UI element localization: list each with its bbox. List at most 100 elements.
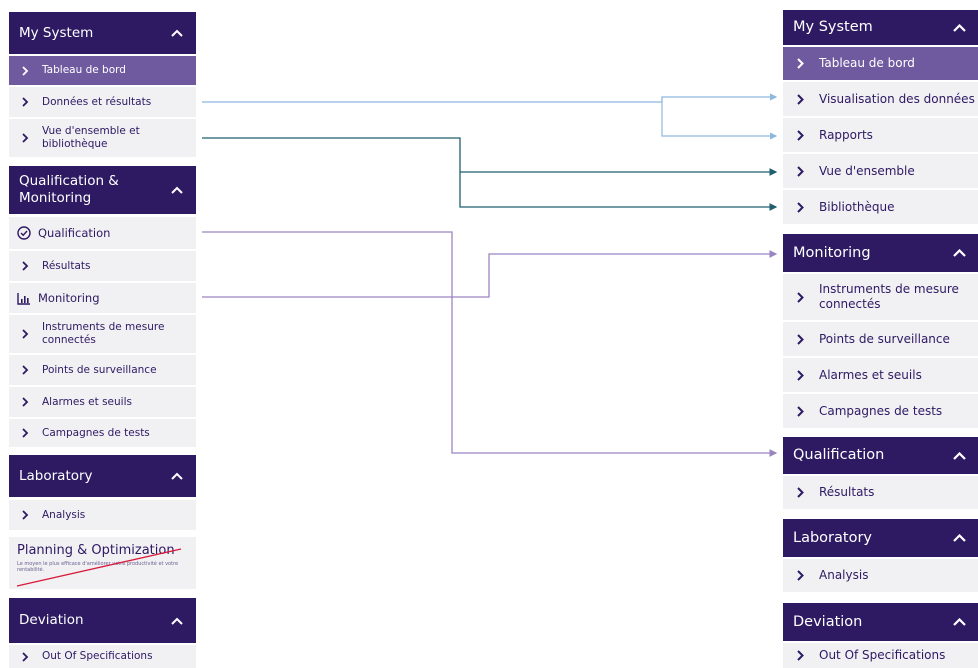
right-laboratory-header[interactable]: Laboratory — [783, 519, 978, 557]
chevron-right-icon — [793, 58, 807, 69]
right-my-system-header[interactable]: My System — [783, 10, 978, 45]
left-item-out-of-spec[interactable]: Out Of Specifications — [9, 645, 196, 668]
right-deviation-title: Deviation — [793, 613, 863, 630]
left-item-analysis[interactable]: Analysis — [9, 500, 196, 530]
right-item-campagnes[interactable]: Campagnes de tests — [783, 394, 978, 428]
right-item-resultats[interactable]: Résultats — [783, 476, 978, 509]
left-laboratory-header[interactable]: Laboratory — [9, 455, 196, 497]
right-item-label: Points de surveillance — [819, 331, 950, 346]
left-item-donnees[interactable]: Données et résultats — [9, 87, 196, 117]
right-item-bibliotheque[interactable]: Bibliothèque — [783, 190, 978, 224]
chevron-up-icon[interactable] — [948, 527, 970, 549]
chevron-right-icon — [793, 129, 807, 141]
chevron-up-icon[interactable] — [948, 17, 970, 39]
right-item-label: Alarmes et seuils — [819, 367, 922, 382]
chevron-right-icon — [793, 93, 807, 105]
chevron-right-icon — [793, 333, 807, 345]
chevron-right-icon — [793, 570, 807, 581]
left-item-alarmes[interactable]: Alarmes et seuils — [9, 387, 196, 417]
left-item-label: Out Of Specifications — [42, 650, 153, 662]
chevron-right-icon — [18, 133, 32, 143]
chevron-right-icon — [793, 165, 807, 177]
right-item-rapports[interactable]: Rapports — [783, 118, 978, 152]
right-item-alarmes[interactable]: Alarmes et seuils — [783, 358, 978, 392]
right-item-vue-ensemble[interactable]: Vue d'ensemble — [783, 154, 978, 188]
chevron-right-icon — [18, 428, 32, 438]
right-item-instruments[interactable]: Instruments de mesure connectés — [783, 274, 978, 320]
left-item-tableau[interactable]: Tableau de bord — [9, 56, 196, 85]
chevron-right-icon — [793, 369, 807, 381]
right-item-label: Analysis — [819, 568, 869, 582]
right-item-label: Rapports — [819, 127, 873, 142]
right-item-visualisation[interactable]: Visualisation des données — [783, 82, 978, 116]
chevron-right-icon — [18, 510, 32, 520]
right-monitoring-title: Monitoring — [793, 244, 871, 261]
chevron-right-icon — [18, 97, 32, 107]
left-item-qualification[interactable]: Qualification — [9, 217, 196, 249]
chevron-up-icon[interactable] — [948, 242, 970, 264]
right-item-label: Bibliothèque — [819, 199, 895, 214]
left-my-system-header[interactable]: My System — [9, 12, 196, 54]
chevron-right-icon — [18, 261, 32, 271]
chevron-right-icon — [18, 397, 32, 407]
right-item-label: Résultats — [819, 485, 875, 499]
left-planning-block: Planning & Optimization Le moyen le plus… — [9, 537, 196, 589]
left-qualification-monitoring-header[interactable]: Qualification & Monitoring — [9, 166, 196, 214]
right-qualification-title: Qualification — [793, 447, 885, 463]
right-item-label: Out Of Specifications — [819, 648, 946, 662]
left-item-label: Points de surveillance — [42, 363, 157, 376]
left-my-system-title: My System — [19, 24, 94, 41]
left-item-campagnes[interactable]: Campagnes de tests — [9, 419, 196, 447]
left-item-label: Analysis — [42, 508, 86, 521]
left-item-points[interactable]: Points de surveillance — [9, 355, 196, 385]
right-monitoring-header[interactable]: Monitoring — [783, 234, 978, 272]
check-circle-icon — [16, 226, 32, 240]
right-qualification-header[interactable]: Qualification — [783, 437, 978, 474]
right-item-label: Vue d'ensemble — [819, 163, 915, 178]
right-item-points[interactable]: Points de surveillance — [783, 322, 978, 356]
left-item-resultats[interactable]: Résultats — [9, 251, 196, 281]
left-qualification-label: Qualification — [38, 225, 111, 240]
left-deviation-header[interactable]: Deviation — [9, 598, 196, 643]
left-qualification-monitoring-title: Qualification & Monitoring — [19, 173, 119, 206]
left-item-label: Tableau de bord — [42, 64, 126, 76]
left-item-label: Alarmes et seuils — [42, 395, 132, 408]
bar-chart-icon — [16, 292, 32, 305]
left-item-label: Données et résultats — [42, 95, 152, 108]
right-item-tableau[interactable]: Tableau de bord — [783, 47, 978, 80]
link-monitoring — [202, 250, 778, 298]
right-item-label: Instruments de mesure connectés — [819, 282, 959, 311]
chevron-right-icon — [793, 291, 807, 303]
left-item-label: Campagnes de tests — [42, 426, 150, 439]
chevron-right-icon — [18, 329, 32, 339]
right-item-label: Visualisation des données — [819, 91, 975, 106]
right-item-label: Campagnes de tests — [819, 403, 943, 418]
right-deviation-header[interactable]: Deviation — [783, 603, 978, 641]
chevron-up-icon[interactable] — [166, 465, 188, 487]
left-item-vue-ensemble[interactable]: Vue d'ensemble et bibliothèque — [9, 119, 196, 157]
left-deviation-title: Deviation — [19, 612, 84, 628]
left-item-label: Instruments de mesure connectés — [42, 321, 165, 346]
chevron-up-icon[interactable] — [166, 179, 188, 201]
chevron-up-icon[interactable] — [948, 611, 970, 633]
chevron-right-icon — [18, 365, 32, 375]
left-laboratory-title: Laboratory — [19, 467, 93, 484]
left-item-instruments[interactable]: Instruments de mesure connectés — [9, 315, 196, 353]
chevron-up-icon[interactable] — [948, 445, 970, 467]
chevron-up-icon[interactable] — [166, 22, 188, 44]
chevron-right-icon — [793, 487, 807, 498]
chevron-up-icon[interactable] — [166, 610, 188, 632]
right-item-label: Tableau de bord — [819, 56, 915, 70]
left-monitoring-label: Monitoring — [38, 290, 100, 305]
left-item-monitoring[interactable]: Monitoring — [9, 283, 196, 313]
chevron-right-icon — [18, 651, 32, 662]
right-item-analysis[interactable]: Analysis — [783, 559, 978, 592]
chevron-right-icon — [793, 201, 807, 213]
strike-through-mark — [16, 548, 182, 587]
right-item-out-of-spec[interactable]: Out Of Specifications — [783, 643, 978, 668]
link-donnees — [202, 93, 778, 140]
chevron-right-icon — [18, 65, 32, 76]
right-my-system-title: My System — [793, 19, 873, 35]
chevron-right-icon — [793, 650, 807, 661]
right-laboratory-title: Laboratory — [793, 529, 872, 546]
